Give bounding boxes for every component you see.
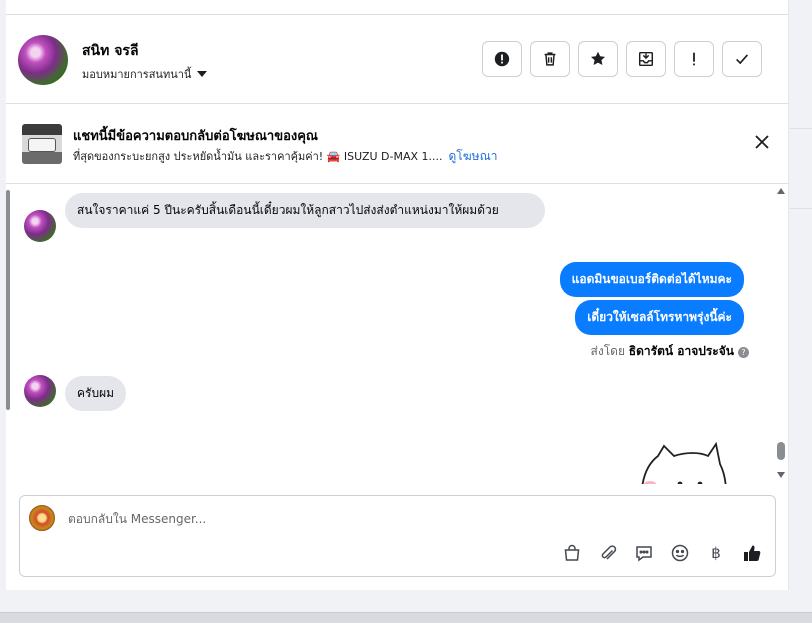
taskbar [0, 612, 812, 623]
header-actions [482, 41, 762, 77]
ad-banner-title: แชทนี้มีข้อความตอบกลับต่อโฆษณาของคุณ [73, 129, 318, 144]
like-button[interactable] [741, 542, 763, 564]
attach-button[interactable] [597, 542, 619, 564]
star-button[interactable] [578, 41, 618, 77]
page-avatar [29, 505, 55, 531]
sent-by-prefix: ส่งโดย [590, 344, 625, 358]
assign-label: มอบหมายการสนทนานี้ [82, 68, 192, 81]
mark-done-button[interactable] [722, 41, 762, 77]
divider [6, 14, 789, 15]
conversation-header: สนิท จรลี มอบหมายการสนทนานี้ [18, 32, 778, 88]
message-list[interactable]: สนใจราคาแค่ 5 ปีนะครับสิ้นเดือนนี้เดี๋ยว… [6, 184, 789, 484]
composer-tools: ฿ [561, 542, 763, 564]
incoming-message[interactable]: ครับผม [65, 376, 127, 411]
paperclip-icon [601, 545, 617, 560]
smiley-icon [671, 544, 689, 562]
divider [790, 208, 812, 209]
message-scrollbar-thumb[interactable] [777, 442, 785, 460]
payment-button[interactable]: ฿ [705, 542, 727, 564]
emoji-button[interactable] [669, 542, 691, 564]
chat-bubble-icon [636, 546, 652, 562]
ad-description: ที่สุดของกระบะยกสูง ประหยัดน้ำมัน และราค… [73, 150, 443, 163]
sender-name: ธิดารัตน์ อาจประจัน [628, 344, 734, 358]
caret-down-icon [197, 71, 208, 77]
view-ad-link[interactable]: ดูโฆษณา [449, 149, 498, 163]
assign-conversation-dropdown[interactable]: มอบหมายการสนทนานี้ [82, 65, 208, 83]
scroll-down-icon[interactable] [777, 472, 785, 478]
baht-icon: ฿ [711, 544, 721, 562]
delete-button[interactable] [530, 41, 570, 77]
contact-avatar[interactable] [24, 375, 56, 407]
ad-reply-banner: แชทนี้มีข้อความตอบกลับต่อโฆษณาของคุณ ที่… [22, 118, 772, 168]
check-icon [736, 54, 749, 65]
star-icon [590, 51, 606, 66]
reply-composer: ฿ [19, 495, 776, 577]
divider [6, 103, 789, 104]
help-icon[interactable]: ? [738, 347, 749, 358]
close-icon[interactable] [752, 132, 772, 152]
move-to-inbox-icon [638, 51, 654, 67]
shop-button[interactable] [561, 542, 583, 564]
divider [790, 128, 812, 129]
sent-by-label: ส่งโดย ธิดารัตน์ อาจประจัน? [591, 342, 749, 361]
report-button[interactable] [482, 41, 522, 77]
move-to-inbox-button[interactable] [626, 41, 666, 77]
car-image [28, 138, 56, 152]
ad-banner-subtitle: ที่สุดของกระบะยกสูง ประหยัดน้ำมัน และราค… [73, 147, 497, 166]
important-icon [693, 52, 695, 66]
scroll-up-icon[interactable] [777, 188, 785, 194]
saved-replies-button[interactable] [633, 542, 655, 564]
shopping-bag-icon [564, 544, 580, 561]
outgoing-message[interactable]: แอดมินขอเบอร์ติดต่อได้ไหมคะ [559, 262, 744, 297]
contact-avatar[interactable] [24, 210, 56, 242]
ad-thumbnail[interactable] [22, 124, 62, 164]
contact-name[interactable]: สนิท จรลี [82, 40, 139, 62]
incoming-message[interactable]: สนใจราคาแค่ 5 ปีนะครับสิ้นเดือนนี้เดี๋ยว… [65, 193, 545, 228]
report-icon [494, 51, 510, 67]
thumbs-up-icon [744, 545, 761, 561]
reply-input[interactable] [68, 512, 668, 526]
mark-important-button[interactable] [674, 41, 714, 77]
outgoing-message[interactable]: เดี๋ยวให้เซลล์โทรหาพรุ่งนี้ค่ะ [575, 300, 744, 335]
conversation-panel: สนิท จรลี มอบหมายการสนทนานี้ แชทนี้มีข้อ… [6, 0, 789, 590]
trash-icon [544, 52, 556, 66]
cat-sticker[interactable] [640, 442, 730, 484]
contact-avatar[interactable] [18, 35, 68, 85]
